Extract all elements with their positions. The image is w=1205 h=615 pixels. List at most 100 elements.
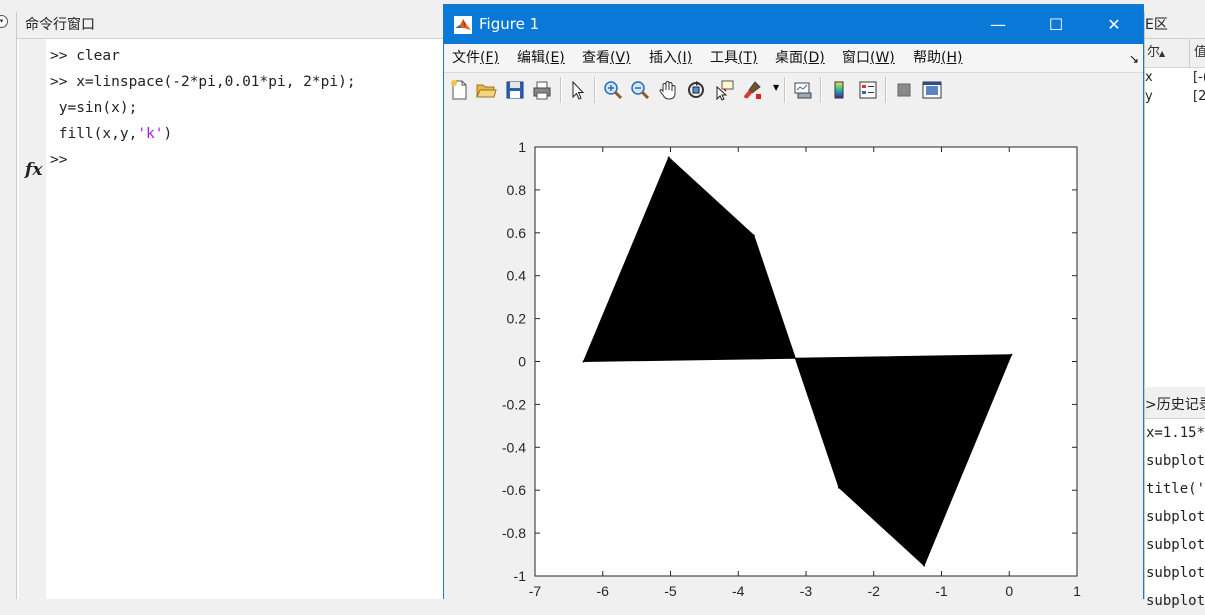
command-gutter: fx	[19, 39, 46, 599]
command-window-title: 命令行窗口	[17, 12, 447, 39]
history-item[interactable]: subplot	[1145, 559, 1205, 587]
y-tick-label: 0.8	[507, 182, 527, 198]
figure-title-bar[interactable]: Figure 1 — ☐ ✕	[444, 5, 1143, 44]
command-input-line[interactable]: >>	[50, 147, 356, 173]
x-tick-label: 1	[1073, 583, 1081, 599]
zoom-in-icon[interactable]	[602, 79, 624, 101]
workspace-row[interactable]: x [-(	[1145, 68, 1205, 87]
data-cursor-icon[interactable]	[713, 79, 735, 101]
history-title-text: 历史记录	[1156, 397, 1205, 413]
command-line: y=sin(x);	[50, 95, 356, 121]
menu-accelerator: (E)	[545, 50, 565, 66]
polygon-vertex	[582, 360, 585, 363]
zoom-out-icon[interactable]	[629, 79, 651, 101]
menu-view[interactable]: 查看(V)	[582, 44, 631, 72]
command-text: fill(x,y,	[58, 126, 138, 142]
history-title: >历史记录	[1145, 388, 1205, 419]
menu-help[interactable]: 帮助(H)	[913, 44, 962, 72]
menu-label: 窗口	[842, 50, 870, 66]
menu-label: 桌面	[775, 50, 803, 66]
menu-accelerator: (T)	[738, 50, 758, 66]
new-figure-icon[interactable]	[448, 79, 470, 101]
menu-accelerator: (V)	[610, 50, 631, 66]
figure-menubar: 文件(F) 编辑(E) 查看(V) 插入(I) 工具(T) 桌面(D) 窗口(W…	[444, 44, 1143, 72]
toolbar-separator	[784, 77, 786, 103]
menu-label: 编辑	[517, 50, 545, 66]
x-tick-label: -5	[664, 583, 677, 599]
edit-plot-arrow-icon[interactable]	[567, 79, 589, 101]
open-file-icon[interactable]	[475, 79, 497, 101]
y-tick-label: -0.6	[502, 482, 526, 498]
save-icon[interactable]	[504, 79, 526, 101]
menu-desktop[interactable]: 桌面(D)	[775, 44, 825, 72]
dock-figure-icon[interactable]: ↘	[1129, 52, 1139, 66]
fx-function-browser-icon[interactable]: fx	[25, 160, 42, 180]
command-line: fill(x,y,'k')	[50, 121, 356, 147]
menu-accelerator: (I)	[677, 50, 693, 66]
history-item[interactable]: title('	[1145, 475, 1205, 503]
legend-icon[interactable]	[857, 79, 879, 101]
y-tick-label: 0.6	[507, 225, 527, 241]
fill-plot[interactable]: -7 -6 -5 -4 -3 -2 -1 0 1 1 0.8 0.6 0.4 0.2 0 -0.2 -0.4 -0…	[444, 107, 1143, 599]
var-name: x	[1145, 70, 1153, 85]
y-tick-label: 0.4	[507, 268, 527, 284]
x-tick-label: -7	[529, 583, 542, 599]
polygon-vertex	[923, 564, 926, 567]
y-tick-label: -1	[514, 568, 527, 584]
x-tick-label: -1	[935, 583, 948, 599]
hide-plot-tools-icon[interactable]	[893, 79, 915, 101]
command-line: >> clear	[50, 43, 356, 69]
history-item[interactable]: subplot	[1145, 503, 1205, 531]
y-tick-label: -0.4	[502, 439, 526, 455]
menu-tools[interactable]: 工具(T)	[710, 44, 757, 72]
brush-icon[interactable]	[741, 79, 763, 101]
print-icon[interactable]	[531, 79, 553, 101]
menu-accelerator: (D)	[803, 50, 825, 66]
prompt: >>	[50, 48, 77, 64]
minimize-button[interactable]: —	[969, 5, 1027, 44]
value-column-header[interactable]: 值	[1189, 39, 1205, 67]
x-tick-label: -3	[800, 583, 813, 599]
colorbar-icon[interactable]	[829, 79, 851, 101]
prompt	[50, 126, 59, 142]
maximize-button[interactable]: ☐	[1027, 5, 1085, 44]
close-button[interactable]: ✕	[1085, 5, 1143, 44]
rotate-3d-icon[interactable]	[685, 79, 707, 101]
var-name: y	[1145, 89, 1153, 104]
menu-insert[interactable]: 插入(I)	[649, 44, 692, 72]
panel-options-icon[interactable]: ▾	[0, 15, 8, 28]
polygon-vertex	[1010, 353, 1013, 356]
history-expand-icon[interactable]: >	[1145, 397, 1157, 413]
history-item[interactable]: subplot	[1145, 447, 1205, 475]
show-plot-tools-icon[interactable]	[921, 79, 943, 101]
command-text: y=sin(x);	[58, 100, 138, 116]
command-line: >> x=linspace(-2*pi,0.01*pi, 2*pi);	[50, 69, 356, 95]
history-item[interactable]: x=1.15*	[1145, 419, 1205, 447]
history-item[interactable]: subplot	[1145, 587, 1205, 615]
y-tick-label: 1	[518, 139, 526, 155]
command-window[interactable]: 命令行窗口 fx >> clear >> x=linspace(-2*pi,0.…	[17, 12, 447, 599]
menu-label: 帮助	[913, 50, 941, 66]
collapsed-panel-strip: ▾	[0, 12, 17, 599]
sort-up-icon[interactable]: ▲	[1159, 40, 1165, 68]
menu-edit[interactable]: 编辑(E)	[517, 44, 565, 72]
menu-label: 查看	[582, 50, 610, 66]
workspace-row[interactable]: y [2.	[1145, 87, 1205, 106]
menu-label: 插入	[649, 50, 677, 66]
menu-label: 工具	[710, 50, 738, 66]
x-tick-label: -2	[868, 583, 881, 599]
prompt	[50, 100, 59, 116]
menu-window[interactable]: 窗口(W)	[842, 44, 895, 72]
menu-accelerator: (W)	[870, 50, 895, 66]
history-item[interactable]: subplot	[1145, 531, 1205, 559]
pan-hand-icon[interactable]	[657, 79, 679, 101]
matlab-logo-icon	[454, 16, 472, 34]
link-plot-icon[interactable]	[792, 79, 814, 101]
menu-file[interactable]: 文件(F)	[452, 44, 499, 72]
command-text-close: )	[163, 126, 173, 142]
menu-accelerator: (H)	[941, 50, 963, 66]
string-literal: 'k'	[137, 126, 164, 142]
y-tick-label: -0.2	[502, 396, 526, 412]
brush-dropdown-icon[interactable]: ▼	[773, 83, 779, 92]
toolbar-separator	[820, 77, 822, 103]
